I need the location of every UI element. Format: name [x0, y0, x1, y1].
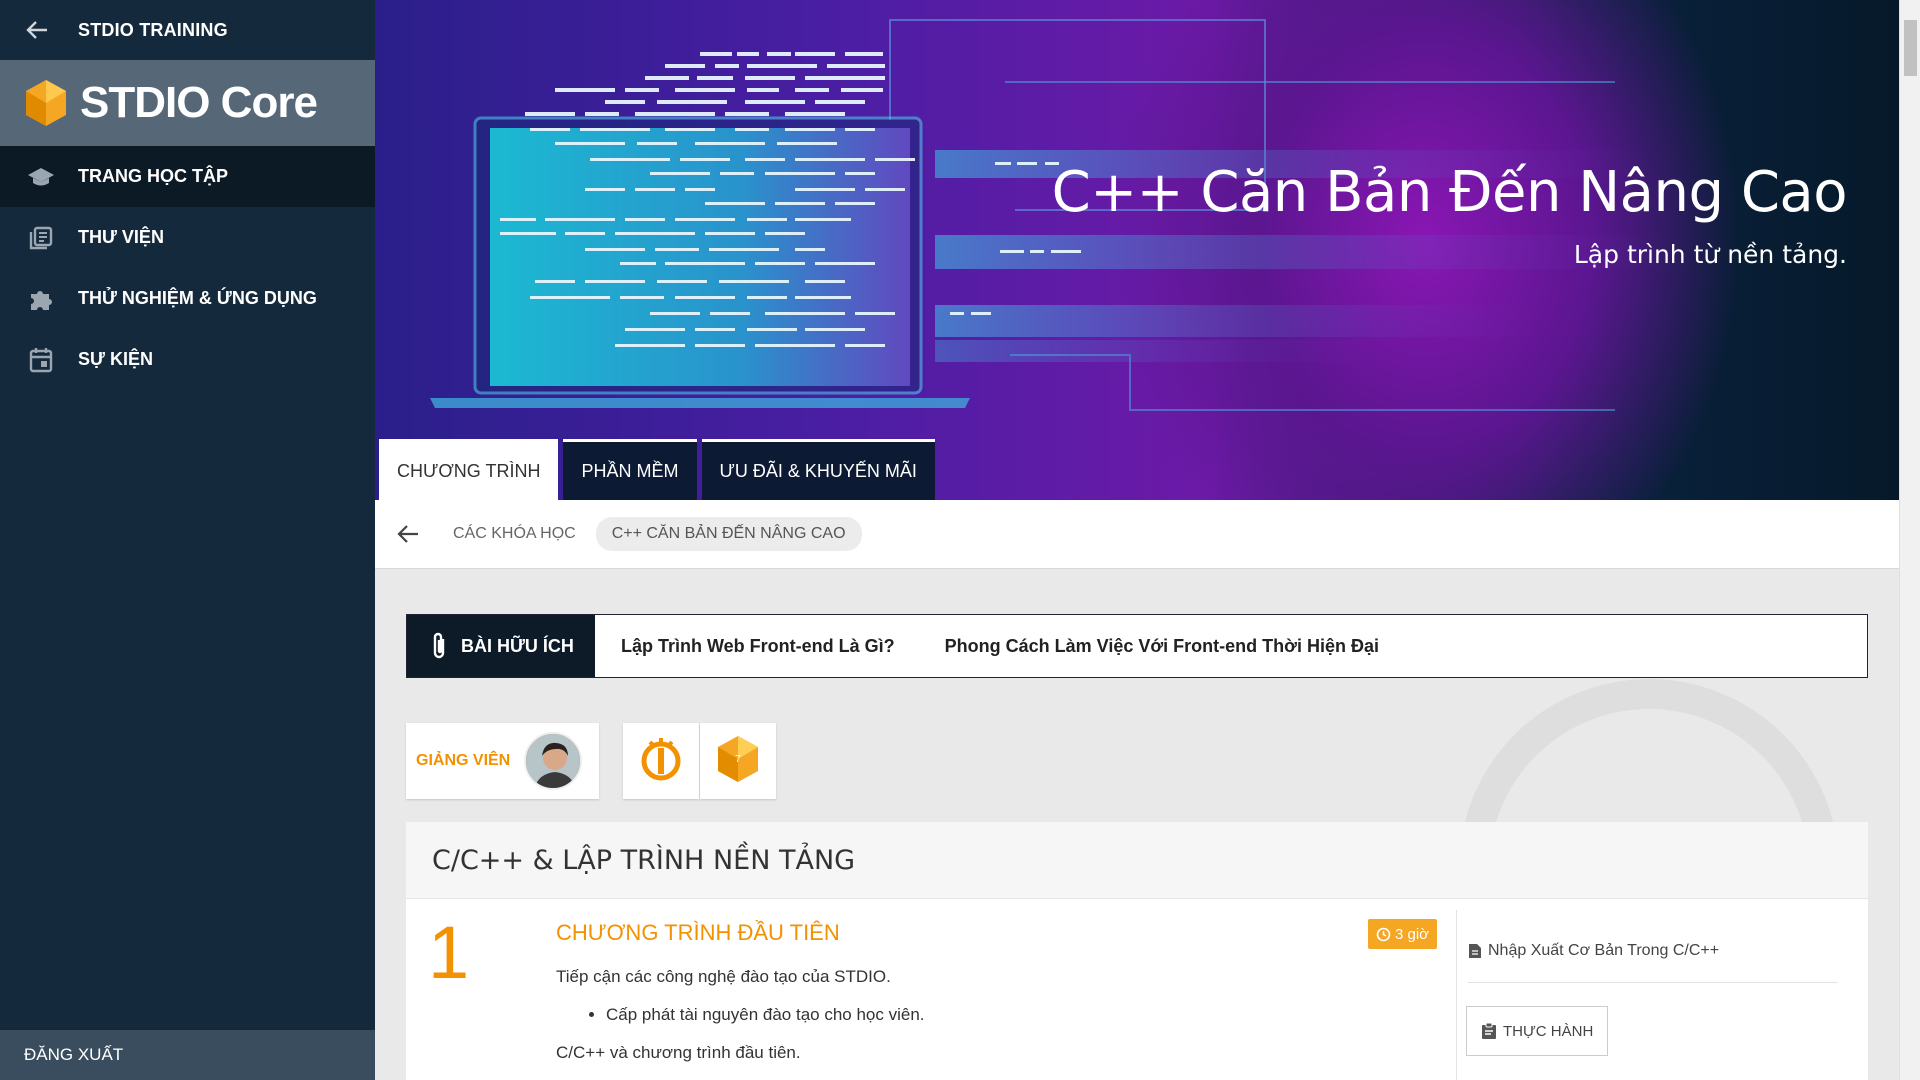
sidebar-item-label: TRANG HỌC TẬP	[78, 166, 228, 186]
useful-articles-bar: BÀI HỮU ÍCH Lập Trình Web Front-end Là G…	[406, 614, 1868, 678]
useful-articles-heading: BÀI HỮU ÍCH	[407, 615, 595, 677]
tab-phan-mem[interactable]: PHẦN MỀM	[563, 439, 697, 500]
tech-badge[interactable]	[623, 723, 699, 799]
sidebar: STDIO TRAINING STDIO Core TRANG HỌC TẬP …	[0, 0, 375, 1080]
course-hero-banner: C++ Căn Bản Đến Nâng Cao Lập trình từ nề…	[375, 0, 1899, 500]
calendar-icon	[26, 345, 56, 375]
logout-button[interactable]: ĐĂNG XUẤT	[0, 1030, 375, 1080]
brand-name: STDIO Core	[80, 78, 318, 127]
breadcrumb: CÁC KHÓA HỌC C++ CĂN BẢN ĐẾN NÂNG CAO	[375, 500, 1899, 569]
clock-icon	[1376, 927, 1391, 941]
stdio-badge[interactable]: 7	[700, 723, 776, 799]
back-arrow-icon[interactable]	[397, 520, 425, 548]
course-tabs: CHƯƠNG TRÌNH PHẦN MỀM ƯU ĐÃI & KHUYẾN MÃ…	[379, 439, 940, 500]
lesson-description: Tiếp cận các công nghệ đào tạo của STDIO…	[556, 967, 925, 1063]
sidebar-header: STDIO TRAINING	[0, 0, 375, 60]
document-icon	[1469, 944, 1481, 958]
page-scrollbar[interactable]	[1899, 0, 1920, 1080]
sidebar-item-trang-hoc-tap[interactable]: TRANG HỌC TẬP	[0, 146, 375, 207]
svg-text:7: 7	[735, 754, 741, 765]
article-link[interactable]: Lập Trình Web Front-end Là Gì?	[621, 636, 895, 657]
sidebar-item-thu-vien[interactable]: THƯ VIỆN	[0, 207, 375, 268]
brand-banner[interactable]: STDIO Core	[0, 60, 375, 146]
scrollbar-thumb[interactable]	[1904, 20, 1917, 76]
library-icon	[26, 223, 56, 253]
duration-text: 3 giờ	[1395, 925, 1430, 943]
column-divider	[1456, 910, 1457, 1080]
gear-logo-icon	[636, 734, 686, 789]
stdio-logo-icon	[24, 78, 68, 128]
clipboard-icon	[1482, 1022, 1496, 1039]
divider	[1468, 982, 1838, 983]
sidebar-nav: TRANG HỌC TẬP THƯ VIỆN THỬ NGHIỆM & ỨNG …	[0, 146, 375, 390]
course-subtitle: Lập trình từ nền tảng.	[1573, 240, 1847, 269]
sidebar-app-title: STDIO TRAINING	[78, 19, 228, 40]
sidebar-item-label: THỬ NGHIỆM & ỨNG DỤNG	[78, 288, 317, 308]
lesson-title[interactable]: CHƯƠNG TRÌNH ĐẦU TIÊN	[556, 920, 840, 946]
graduation-cap-icon	[26, 162, 56, 192]
lesson-intro: Tiếp cận các công nghệ đào tạo của STDIO…	[556, 967, 891, 986]
lesson-bullet: Cấp phát tài nguyên đào tạo cho học viên…	[606, 1005, 925, 1025]
section-title: C/C++ & LẬP TRÌNH NỀN TẢNG	[406, 822, 1868, 899]
stdio-logo-icon: 7	[715, 734, 761, 789]
paperclip-icon	[429, 631, 449, 661]
course-section: C/C++ & LẬP TRÌNH NỀN TẢNG 1 CHƯƠNG TRÌN…	[406, 822, 1868, 1080]
lesson-material-label: Nhập Xuất Cơ Bản Trong C/C++	[1488, 942, 1720, 959]
instructor-avatar	[524, 732, 583, 790]
lesson-outro: C/C++ và chương trình đầu tiên.	[556, 1043, 801, 1062]
lesson-number: 1	[428, 911, 470, 994]
sidebar-item-thu-nghiem[interactable]: THỬ NGHIỆM & ỨNG DỤNG	[0, 268, 375, 329]
lesson-material-link[interactable]: Nhập Xuất Cơ Bản Trong C/C++	[1468, 942, 1719, 960]
sidebar-item-label: THƯ VIỆN	[78, 227, 164, 247]
practice-label: THỰC HÀNH	[1503, 1022, 1594, 1040]
tab-uu-dai[interactable]: ƯU ĐÃI & KHUYẾN MÃI	[701, 439, 935, 500]
instructors-row: GIẢNG VIÊN 7	[406, 723, 776, 799]
article-link[interactable]: Phong Cách Làm Việc Với Front-end Thời H…	[945, 636, 1379, 657]
puzzle-icon	[26, 284, 56, 314]
breadcrumb-current-chip: C++ CĂN BẢN ĐẾN NÂNG CAO	[595, 517, 862, 551]
instructor-label: GIẢNG VIÊN	[416, 752, 511, 769]
course-content: BÀI HỮU ÍCH Lập Trình Web Front-end Là G…	[375, 569, 1899, 1080]
back-arrow-icon[interactable]	[26, 15, 56, 45]
course-title: C++ Căn Bản Đến Nâng Cao	[1051, 160, 1848, 225]
tab-chuong-trinh[interactable]: CHƯƠNG TRÌNH	[379, 439, 559, 500]
duration-badge: 3 giờ	[1368, 919, 1438, 949]
breadcrumb-courses-link[interactable]: CÁC KHÓA HỌC	[453, 525, 576, 543]
sidebar-item-su-kien[interactable]: SỰ KIỆN	[0, 329, 375, 390]
sidebar-item-label: SỰ KIỆN	[78, 349, 153, 369]
instructor-card[interactable]: GIẢNG VIÊN	[406, 723, 599, 799]
useful-articles-label: BÀI HỮU ÍCH	[461, 635, 574, 656]
practice-button[interactable]: THỰC HÀNH	[1466, 1006, 1609, 1056]
